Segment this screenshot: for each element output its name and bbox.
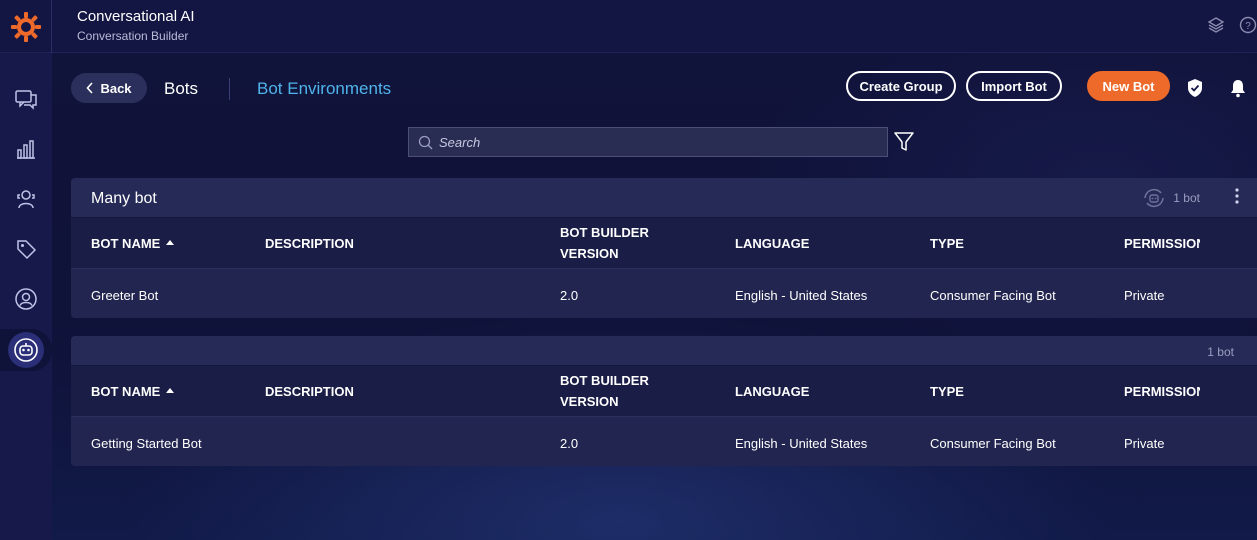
more-vertical-icon[interactable]	[1235, 188, 1239, 204]
col-type[interactable]: TYPE	[930, 233, 964, 254]
col-version-line1: BOT BUILDER	[560, 225, 649, 240]
bot-type: Consumer Facing Bot	[930, 436, 1056, 451]
app-title: Conversational AI	[77, 8, 195, 25]
col-bot-builder-version[interactable]: BOT BUILDER VERSION	[560, 222, 649, 264]
sun-logo-icon	[10, 11, 41, 42]
col-bot-builder-version[interactable]: BOT BUILDER VERSION	[560, 370, 649, 412]
top-icons: ?	[1207, 16, 1257, 34]
bot-permission: Private	[1124, 288, 1165, 303]
back-label: Back	[100, 80, 132, 96]
chat-icon	[15, 90, 37, 110]
col-bot-name-label: BOT NAME	[91, 384, 161, 399]
shield-icon[interactable]	[1186, 78, 1204, 98]
user-icon	[15, 288, 37, 310]
sort-asc-icon	[166, 240, 175, 245]
bot-group: Many bot 1 bot BOT NAME DESCRIPTION BOT …	[71, 178, 1257, 318]
sort-asc-icon	[166, 388, 175, 393]
sidebar-item-agents[interactable]	[0, 179, 52, 219]
filter-icon[interactable]	[893, 131, 915, 153]
col-bot-name-label: BOT NAME	[91, 236, 161, 251]
chevron-left-icon	[86, 82, 94, 94]
bot-icon	[14, 338, 38, 362]
table-header: BOT NAME DESCRIPTION BOT BUILDER VERSION …	[71, 218, 1257, 269]
app-subtitle: Conversation Builder	[77, 29, 189, 43]
bot-name[interactable]: Getting Started Bot	[91, 436, 202, 451]
bot-language: English - United States	[735, 436, 868, 451]
bell-icon[interactable]	[1229, 78, 1247, 98]
back-button[interactable]: Back	[71, 73, 147, 103]
bot-version: 2.0	[560, 436, 579, 451]
bot-language: English - United States	[735, 288, 868, 303]
bot-group: 1 bot BOT NAME DESCRIPTION BOT BUILDER VE…	[71, 336, 1257, 466]
help-icon[interactable]: ?	[1239, 16, 1257, 34]
col-permissions[interactable]: PERMISSIONS	[1124, 233, 1200, 254]
top-bar: Conversational AI Conversation Builder ?	[0, 0, 1257, 53]
chart-icon	[17, 140, 35, 159]
bot-sync-icon[interactable]	[1141, 187, 1167, 209]
col-version-line1: BOT BUILDER	[560, 373, 649, 388]
new-bot-button[interactable]: New Bot	[1087, 71, 1170, 101]
breadcrumb-bot-environments[interactable]: Bot Environments	[257, 79, 391, 99]
logo[interactable]	[0, 0, 52, 53]
layers-icon[interactable]	[1207, 16, 1225, 34]
bot-name[interactable]: Greeter Bot	[91, 288, 158, 303]
group-header: 1 bot	[71, 336, 1257, 366]
sidebar-item-tags[interactable]	[0, 229, 52, 269]
col-type[interactable]: TYPE	[930, 381, 964, 402]
col-bot-name[interactable]: BOT NAME	[91, 381, 175, 402]
table-header: BOT NAME DESCRIPTION BOT BUILDER VERSION …	[71, 366, 1257, 417]
sidebar	[0, 53, 52, 540]
group-name: Many bot	[91, 190, 157, 207]
col-bot-name[interactable]: BOT NAME	[91, 233, 175, 254]
col-version-line2: VERSION	[560, 394, 619, 409]
group-header: Many bot 1 bot	[71, 178, 1257, 218]
table-row[interactable]: Greeter Bot 2.0 English - United States …	[71, 269, 1257, 318]
sidebar-item-conversations[interactable]	[0, 79, 52, 119]
col-permissions[interactable]: PERMISSIONS	[1124, 381, 1200, 402]
import-bot-button[interactable]: Import Bot	[966, 71, 1062, 101]
search-input[interactable]	[439, 134, 859, 150]
group-bot-count: 1 bot	[1173, 191, 1200, 205]
col-language[interactable]: LANGUAGE	[735, 381, 809, 402]
bot-type: Consumer Facing Bot	[930, 288, 1056, 303]
table-row[interactable]: Getting Started Bot 2.0 English - United…	[71, 417, 1257, 466]
sidebar-item-bots[interactable]	[0, 329, 52, 371]
sidebar-item-users[interactable]	[0, 279, 52, 319]
bot-version: 2.0	[560, 288, 579, 303]
agent-icon	[17, 190, 35, 209]
col-language[interactable]: LANGUAGE	[735, 233, 809, 254]
breadcrumb-bots[interactable]: Bots	[164, 79, 198, 99]
bot-permission: Private	[1124, 436, 1165, 451]
create-group-button[interactable]: Create Group	[846, 71, 956, 101]
active-indicator	[8, 332, 44, 368]
svg-text:?: ?	[1245, 21, 1251, 32]
col-description[interactable]: DESCRIPTION	[265, 381, 354, 402]
brand: Conversational AI Conversation Builder	[77, 8, 195, 44]
group-bot-count: 1 bot	[1207, 345, 1234, 359]
breadcrumb-divider	[229, 78, 230, 100]
sidebar-item-analytics[interactable]	[0, 129, 52, 169]
search-icon	[418, 135, 433, 149]
search-box	[408, 127, 888, 157]
col-description[interactable]: DESCRIPTION	[265, 233, 354, 254]
tag-icon	[17, 240, 37, 260]
col-version-line2: VERSION	[560, 246, 619, 261]
